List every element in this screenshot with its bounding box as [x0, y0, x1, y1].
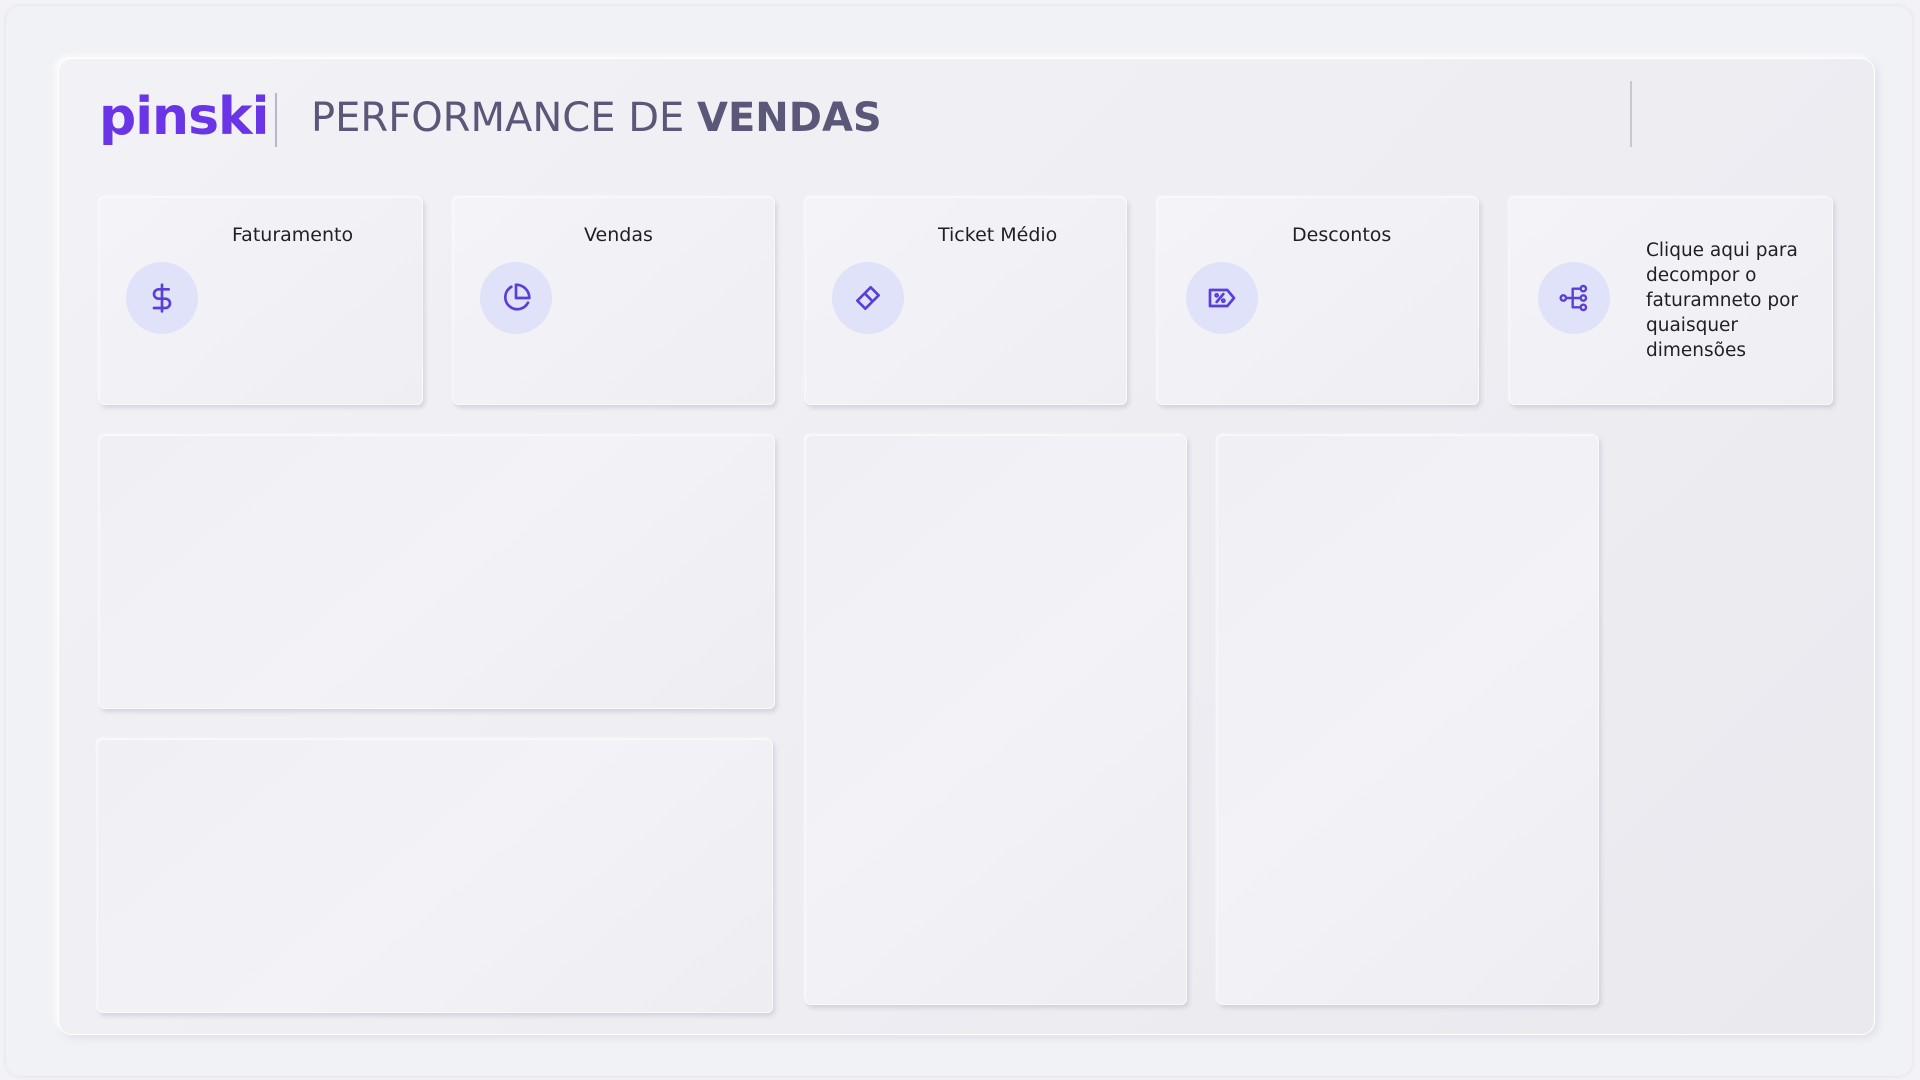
report-canvas: pinski PERFORMANCE DE VENDAS Faturamento…	[58, 58, 1875, 1035]
decomposition-icon-circle	[1538, 262, 1610, 334]
visual-panel-top-left[interactable]	[99, 435, 775, 709]
page-title: PERFORMANCE DE VENDAS	[311, 95, 882, 141]
visual-panel-middle[interactable]	[805, 435, 1187, 1005]
header-right-divider	[1630, 81, 1632, 147]
decomposition-tree-icon	[1559, 284, 1588, 312]
kpi-title: Faturamento	[232, 224, 354, 246]
kpi-card-ticket-medio[interactable]: Ticket Médio	[805, 197, 1127, 405]
discount-tag-icon	[1208, 288, 1236, 308]
page-title-regular: PERFORMANCE DE	[311, 95, 697, 141]
kpi-card-faturamento[interactable]: Faturamento	[99, 197, 423, 405]
kpi-icon-circle	[832, 262, 904, 334]
kpi-icon-circle	[1186, 262, 1258, 334]
kpi-title: Descontos	[1292, 224, 1392, 246]
pinski-logo: pinski	[99, 87, 269, 147]
visual-panel-bottom-left[interactable]	[97, 739, 773, 1013]
pie-chart-icon	[504, 283, 531, 311]
decomposition-text: Clique aqui para decompor o faturamneto …	[1646, 240, 1799, 361]
visual-panel-right[interactable]	[1217, 435, 1599, 1005]
kpi-title: Ticket Médio	[938, 224, 1058, 246]
kpi-title: Vendas	[584, 224, 653, 246]
logo-divider	[275, 93, 277, 147]
ticket-icon	[856, 286, 880, 310]
kpi-icon-circle	[126, 262, 198, 334]
report-frame: pinski PERFORMANCE DE VENDAS Faturamento…	[6, 6, 1912, 1076]
header: pinski PERFORMANCE DE VENDAS	[59, 59, 1874, 179]
kpi-card-vendas[interactable]: Vendas	[453, 197, 775, 405]
kpi-icon-circle	[480, 262, 552, 334]
kpi-card-descontos[interactable]: Descontos	[1157, 197, 1479, 405]
decomposition-card[interactable]: Clique aqui para decompor o faturamneto …	[1509, 197, 1833, 405]
page-title-bold: VENDAS	[696, 95, 882, 141]
dollar-icon	[152, 283, 172, 313]
